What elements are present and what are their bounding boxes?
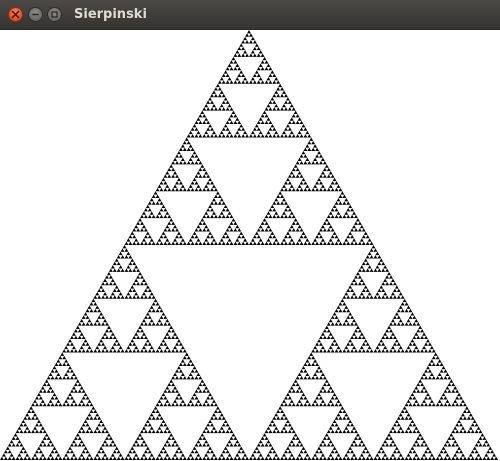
maximize-button[interactable] bbox=[47, 7, 62, 22]
close-button[interactable] bbox=[8, 7, 23, 22]
minimize-button[interactable] bbox=[28, 7, 43, 22]
close-icon bbox=[11, 10, 20, 19]
maximize-icon bbox=[51, 11, 58, 18]
title-bar[interactable]: Sierpinski bbox=[0, 0, 500, 30]
app-window: Sierpinski bbox=[0, 0, 500, 461]
sierpinski-triangle bbox=[0, 30, 498, 461]
fractal-canvas bbox=[0, 30, 500, 461]
minimize-icon bbox=[32, 13, 39, 16]
window-title: Sierpinski bbox=[74, 7, 147, 22]
fractal-holes bbox=[1, 33, 497, 461]
